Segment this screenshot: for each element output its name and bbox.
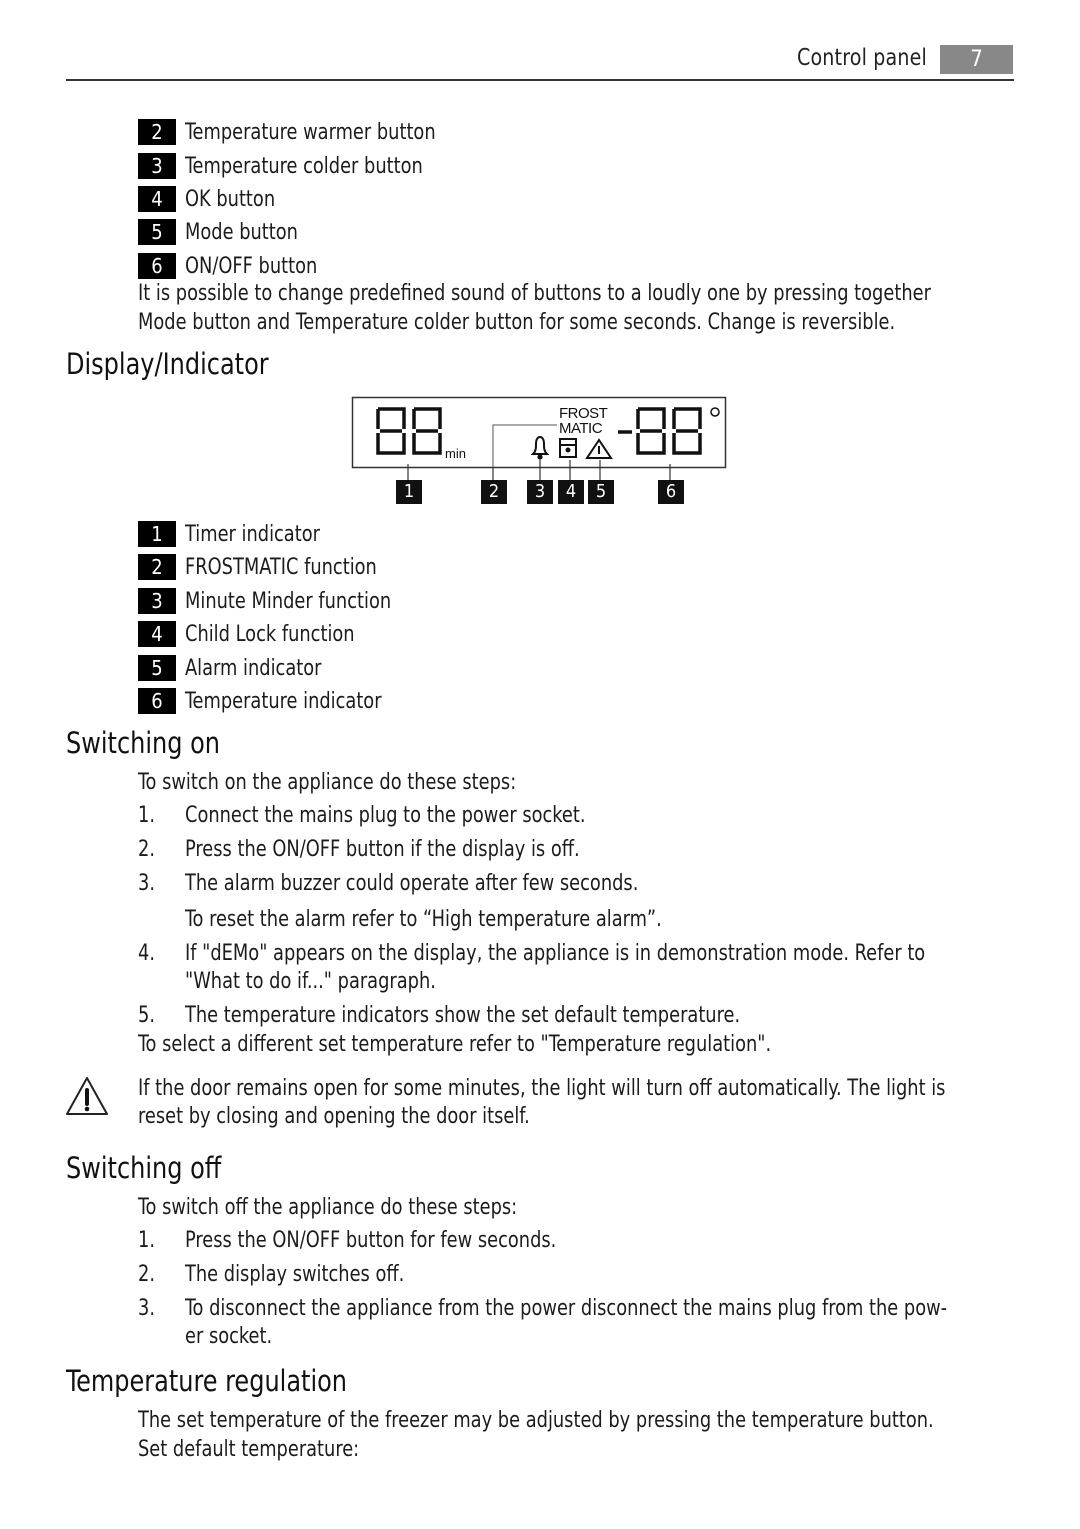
- button-legend-item: 3 Temperature colder button: [138, 152, 449, 180]
- section-heading-display: Display/Indicator: [66, 347, 269, 381]
- button-legend-item: 6 ON/OFF button: [138, 252, 332, 280]
- step-number: 2.: [138, 1262, 155, 1287]
- indicator-legend-item: 5 Alarm indicator: [138, 654, 337, 682]
- number-badge: 2: [138, 554, 176, 580]
- legend-label: Timer indicator: [185, 521, 320, 547]
- indicator-legend-item: 1 Timer indicator: [138, 520, 335, 548]
- step-text: The alarm buzzer could operate after few…: [185, 871, 639, 896]
- step-text: Press the ON/OFF button if the display i…: [185, 837, 580, 862]
- step-number: 5.: [138, 1003, 155, 1028]
- legend-label: Temperature warmer button: [185, 119, 436, 145]
- legend-label: Minute Minder function: [185, 588, 392, 614]
- number-badge: 4: [138, 621, 176, 647]
- number-badge: 3: [138, 153, 176, 179]
- switching-off-intro: To switch off the appliance do these ste…: [138, 1195, 518, 1220]
- number-badge: 3: [138, 588, 176, 614]
- legend-label: Temperature indicator: [185, 688, 382, 714]
- legend-label: Mode button: [185, 219, 298, 245]
- step-text: If "dEMo" appears on the display, the ap…: [185, 941, 926, 966]
- legend-label: Alarm indicator: [185, 655, 322, 681]
- step-item: 5. The temperature indicators show the s…: [138, 1003, 802, 1028]
- temperature-regulation-line-2: Set default temperature:: [138, 1437, 360, 1462]
- step-number: [138, 1324, 180, 1349]
- warning-note-line-1: If the door remains open for some minute…: [138, 1076, 946, 1101]
- button-legend-item: 5 Mode button: [138, 218, 311, 246]
- step-number: [138, 969, 180, 994]
- step-item: er socket.: [138, 1324, 282, 1349]
- callout-2: 2: [481, 480, 507, 504]
- timer-unit: min: [445, 446, 466, 461]
- indicator-legend-item: 4 Child Lock function: [138, 620, 373, 648]
- step-number: [138, 907, 180, 932]
- legend-label: ON/OFF button: [185, 253, 318, 279]
- temperature-regulation-line-1: The set temperature of the freezer may b…: [138, 1408, 934, 1433]
- step-number: 3.: [138, 1296, 155, 1321]
- step-number: 1.: [138, 803, 155, 828]
- header-section-title: Control panel: [797, 45, 928, 71]
- switching-on-intro: To switch on the appliance do these step…: [138, 770, 517, 795]
- matic-label: MATIC: [559, 420, 603, 437]
- step-text: To disconnect the appliance from the pow…: [185, 1296, 948, 1321]
- callout-5: 5: [588, 480, 614, 504]
- number-badge: 6: [138, 253, 176, 279]
- callout-4: 4: [558, 480, 584, 504]
- number-badge: 5: [138, 655, 176, 681]
- button-legend-item: 4 OK button: [138, 185, 285, 213]
- step-item: 3. To disconnect the appliance from the …: [138, 1296, 1032, 1321]
- step-item: 1. Press the ON/OFF button for few secon…: [138, 1228, 598, 1253]
- header-divider: [66, 79, 1014, 81]
- number-badge: 1: [138, 521, 176, 547]
- step-number: 3.: [138, 871, 155, 896]
- callout-6: 6: [658, 480, 684, 504]
- step-item: "What to do if..." paragraph.: [138, 969, 464, 994]
- warning-icon: [64, 1075, 110, 1117]
- section-heading-temperature-regulation: Temperature regulation: [66, 1364, 348, 1398]
- indicator-legend-item: 2 FROSTMATIC function: [138, 553, 398, 581]
- number-badge: 2: [138, 119, 176, 145]
- sound-note-line-2: Mode button and Temperature colder butto…: [138, 310, 896, 335]
- section-heading-switching-on: Switching on: [66, 726, 221, 760]
- step-text: Press the ON/OFF button for few seconds.: [185, 1228, 557, 1253]
- step-item: To reset the alarm refer to “High temper…: [138, 907, 715, 932]
- step-number: 4.: [138, 941, 155, 966]
- button-legend-item: 2 Temperature warmer button: [138, 118, 463, 146]
- step-item: 2. The display switches off.: [138, 1262, 429, 1287]
- step-item: 4. If "dEMo" appears on the display, the…: [138, 941, 1007, 966]
- step-text: The temperature indicators show the set …: [185, 1003, 741, 1028]
- callout-1: 1: [396, 480, 422, 504]
- lcd-display-diagram: min FROST MATIC: [351, 396, 727, 480]
- switching-on-outro: To select a different set temperature re…: [138, 1032, 772, 1057]
- step-item: 1. Connect the mains plug to the power s…: [138, 803, 630, 828]
- number-badge: 5: [138, 219, 176, 245]
- number-badge: 4: [138, 186, 176, 212]
- legend-label: Temperature colder button: [185, 153, 423, 179]
- page-number: 7: [940, 45, 1013, 74]
- step-text: er socket.: [185, 1324, 273, 1349]
- step-item: 3. The alarm buzzer could operate after …: [138, 871, 689, 896]
- callout-3: 3: [527, 480, 553, 504]
- legend-label: OK button: [185, 186, 276, 212]
- step-text: The display switches off.: [185, 1262, 405, 1287]
- step-number: 2.: [138, 837, 155, 862]
- sound-note-line-1: It is possible to change predefined soun…: [138, 281, 931, 306]
- step-text: Connect the mains plug to the power sock…: [185, 803, 586, 828]
- number-badge: 6: [138, 688, 176, 714]
- section-heading-switching-off: Switching off: [66, 1151, 222, 1185]
- step-number: 1.: [138, 1228, 155, 1253]
- step-text: "What to do if..." paragraph.: [185, 969, 436, 994]
- warning-note-line-2: reset by closing and opening the door it…: [138, 1104, 530, 1129]
- indicator-legend-item: 6 Temperature indicator: [138, 687, 403, 715]
- step-text: To reset the alarm refer to “High temper…: [185, 907, 662, 932]
- indicator-legend-item: 3 Minute Minder function: [138, 587, 414, 615]
- legend-label: Child Lock function: [185, 621, 355, 647]
- step-item: 2. Press the ON/OFF button if the displa…: [138, 837, 624, 862]
- legend-label: FROSTMATIC function: [185, 554, 377, 580]
